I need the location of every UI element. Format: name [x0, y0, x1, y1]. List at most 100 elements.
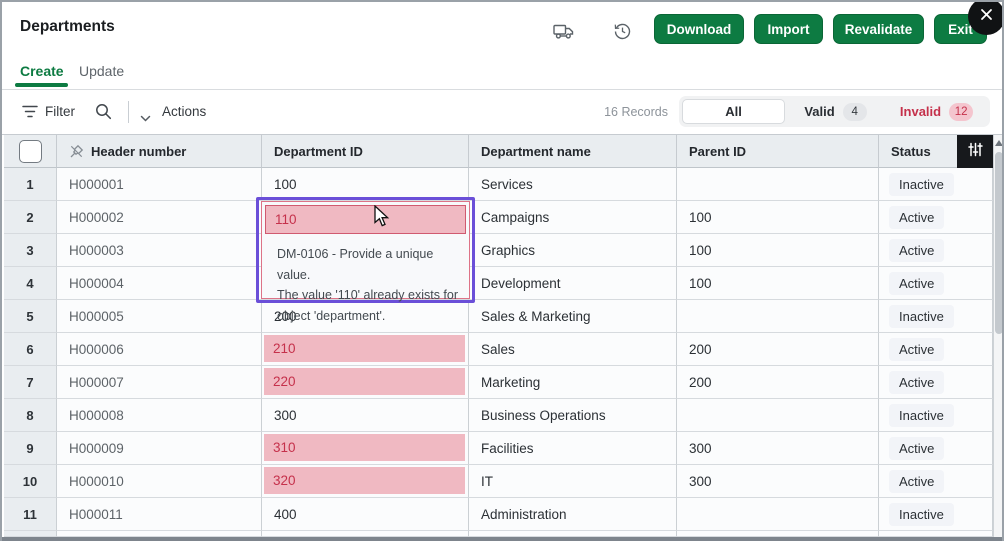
parent-id-cell[interactable]: 200	[677, 366, 879, 399]
department-id-cell[interactable]: 310	[262, 432, 469, 465]
status-cell[interactable]: Active	[879, 366, 993, 399]
department-name-cell[interactable]: Facilities	[469, 432, 677, 465]
revalidate-button[interactable]: Revalidate	[833, 14, 924, 44]
department-id-cell[interactable]: 300	[262, 399, 469, 432]
row-number-cell[interactable]: 7	[4, 366, 57, 399]
status-badge: Active	[889, 206, 944, 229]
truck-icon[interactable]	[553, 21, 575, 41]
scrollbar-up-arrow[interactable]	[995, 140, 1003, 146]
department-name-cell[interactable]: Services	[469, 168, 677, 201]
chevron-down-icon[interactable]	[140, 109, 151, 127]
download-button[interactable]: Download	[654, 14, 744, 44]
department-name-cell[interactable]: Business Operations	[469, 399, 677, 432]
column-header-header-number[interactable]: Header number	[57, 135, 262, 168]
search-icon[interactable]	[95, 103, 112, 125]
parent-id-cell[interactable]: 200	[677, 333, 879, 366]
error-line-1: DM-0106 - Provide a unique value.	[277, 244, 467, 285]
row-number-cell[interactable]: 5	[4, 300, 57, 333]
status-cell[interactable]: Inactive	[879, 498, 993, 531]
row-number-cell[interactable]: 4	[4, 267, 57, 300]
department-name-cell[interactable]: Campaigns	[469, 201, 677, 234]
select-all-checkbox[interactable]	[19, 140, 42, 163]
filter-icon[interactable]	[22, 105, 38, 123]
invalid-value-highlight[interactable]: 220	[264, 368, 465, 395]
parent-id-cell[interactable]	[677, 498, 879, 531]
invalid-value-highlight[interactable]: 320	[264, 467, 465, 494]
status-cell[interactable]: Inactive	[879, 168, 993, 201]
parent-id-cell[interactable]	[677, 399, 879, 432]
column-settings-button[interactable]	[957, 135, 993, 168]
select-all-header-cell	[4, 135, 57, 168]
column-header-department-id[interactable]: Department ID	[262, 135, 469, 168]
department-id-cell-invalid[interactable]: 110	[265, 205, 466, 234]
filter-invalid[interactable]: Invalid 12	[886, 99, 987, 124]
history-icon[interactable]	[611, 21, 633, 41]
status-cell[interactable]: Active	[879, 432, 993, 465]
bottom-window-border	[2, 537, 1004, 541]
department-id-cell[interactable]: 220	[262, 366, 469, 399]
filter-label[interactable]: Filter	[45, 104, 75, 119]
header-number-cell[interactable]: H000009	[57, 432, 262, 465]
status-cell[interactable]: Active	[879, 465, 993, 498]
header-number-cell[interactable]: H000005	[57, 300, 262, 333]
parent-id-cell[interactable]: 100	[677, 234, 879, 267]
invalid-value-highlight[interactable]: 210	[264, 335, 465, 362]
status-badge: Active	[889, 437, 944, 460]
tab-create[interactable]: Create	[20, 63, 64, 79]
status-cell[interactable]: Active	[879, 201, 993, 234]
error-line-2: The value '110' already exists for	[277, 285, 467, 306]
department-id-cell[interactable]: 400	[262, 498, 469, 531]
department-name-cell[interactable]: Marketing	[469, 366, 677, 399]
row-number-cell[interactable]: 10	[4, 465, 57, 498]
parent-id-cell[interactable]	[677, 300, 879, 333]
header-number-cell[interactable]: H000006	[57, 333, 262, 366]
unpin-icon[interactable]	[69, 144, 91, 159]
department-name-cell[interactable]: Development	[469, 267, 677, 300]
header-number-cell[interactable]: H000008	[57, 399, 262, 432]
department-name-cell[interactable]: Graphics	[469, 234, 677, 267]
header-number-cell[interactable]: H000001	[57, 168, 262, 201]
row-number-cell[interactable]: 9	[4, 432, 57, 465]
parent-id-cell[interactable]: 300	[677, 465, 879, 498]
filter-all[interactable]: All	[682, 99, 785, 124]
department-id-cell[interactable]: 210	[262, 333, 469, 366]
filter-valid[interactable]: Valid 4	[785, 99, 886, 124]
row-number-cell[interactable]: 11	[4, 498, 57, 531]
department-name-cell[interactable]: IT	[469, 465, 677, 498]
row-number-cell[interactable]: 8	[4, 399, 57, 432]
parent-id-cell[interactable]	[677, 168, 879, 201]
header-number-cell[interactable]: H000010	[57, 465, 262, 498]
parent-id-cell[interactable]: 100	[677, 201, 879, 234]
actions-label[interactable]: Actions	[162, 104, 206, 119]
status-cell[interactable]: Active	[879, 234, 993, 267]
column-header-department-name[interactable]: Department name	[469, 135, 677, 168]
parent-id-cell[interactable]: 100	[677, 267, 879, 300]
header-number-cell[interactable]: H000011	[57, 498, 262, 531]
department-id-cell[interactable]: 320	[262, 465, 469, 498]
header-number-cell[interactable]: H000003	[57, 234, 262, 267]
header-number-cell[interactable]: H000004	[57, 267, 262, 300]
status-cell[interactable]: Active	[879, 267, 993, 300]
row-number-cell[interactable]: 1	[4, 168, 57, 201]
status-cell[interactable]: Inactive	[879, 300, 993, 333]
row-number-cell[interactable]: 6	[4, 333, 57, 366]
row-number-cell[interactable]: 3	[4, 234, 57, 267]
column-header-label: Department name	[481, 144, 591, 159]
scrollbar-thumb[interactable]	[995, 152, 1003, 334]
column-header-parent-id[interactable]: Parent ID	[677, 135, 879, 168]
invalid-value-highlight[interactable]: 310	[264, 434, 465, 461]
row-number-cell[interactable]: 2	[4, 201, 57, 234]
department-name-cell[interactable]: Sales	[469, 333, 677, 366]
header-number-cell[interactable]: H000002	[57, 201, 262, 234]
column-header-label: Department ID	[274, 144, 363, 159]
header-number-cell[interactable]: H000007	[57, 366, 262, 399]
status-cell[interactable]: Inactive	[879, 399, 993, 432]
parent-id-cell[interactable]: 300	[677, 432, 879, 465]
department-name-cell[interactable]: Sales & Marketing	[469, 300, 677, 333]
import-button[interactable]: Import	[754, 14, 823, 44]
tab-update[interactable]: Update	[79, 63, 124, 79]
department-name-cell[interactable]: Administration	[469, 498, 677, 531]
close-button[interactable]	[968, 0, 1004, 35]
status-cell[interactable]: Active	[879, 333, 993, 366]
tabs-divider	[2, 89, 1004, 90]
